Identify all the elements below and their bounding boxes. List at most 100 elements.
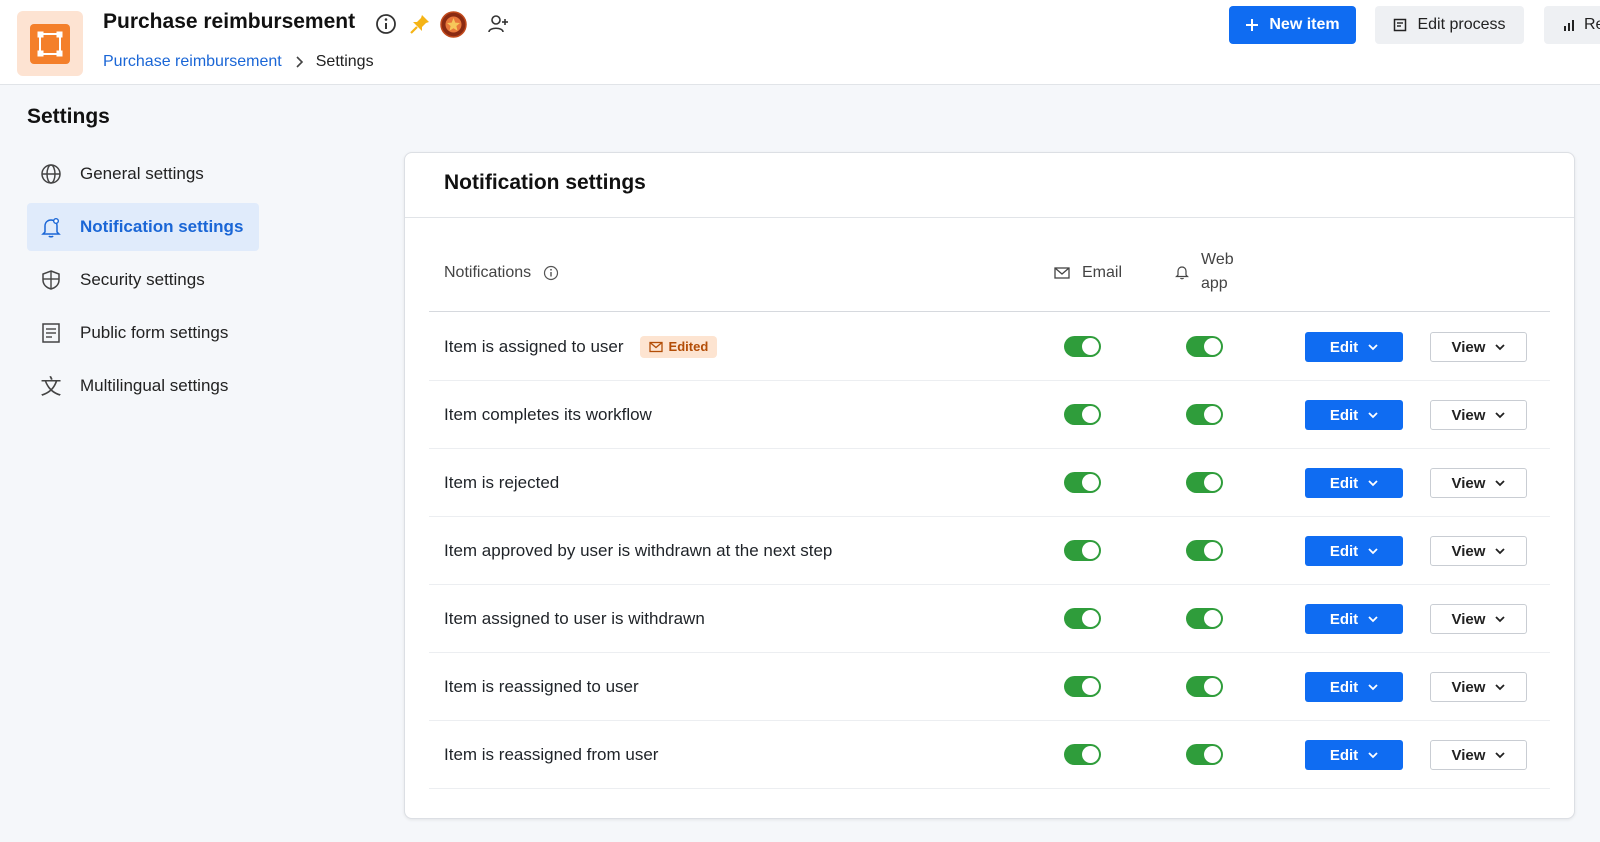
email-toggle[interactable]	[1064, 744, 1101, 765]
column-header-notifications: Notifications	[444, 261, 559, 285]
edit-dropdown-button[interactable]: Edit	[1305, 672, 1403, 702]
view-label: View	[1451, 678, 1486, 696]
sidebar-item-label: Public form settings	[80, 323, 229, 342]
page-title: Purchase reimbursement	[103, 10, 356, 33]
mail-icon	[1054, 266, 1070, 280]
chevron-down-icon	[1368, 683, 1378, 690]
sidebar-item-label: General settings	[80, 164, 204, 183]
notification-label: Item approved by user is withdrawn at th…	[444, 516, 832, 585]
edit-dropdown-button[interactable]: Edit	[1305, 536, 1403, 566]
view-label: View	[1451, 542, 1486, 560]
table-row: Item is assigned to user Edited Edit View	[429, 312, 1550, 381]
web-app-toggle[interactable]	[1186, 336, 1223, 357]
chevron-down-icon	[1368, 343, 1378, 350]
view-dropdown-button[interactable]: View	[1430, 740, 1527, 770]
view-dropdown-button[interactable]: View	[1430, 332, 1527, 362]
web-app-toggle[interactable]	[1186, 676, 1223, 697]
view-dropdown-button[interactable]: View	[1430, 536, 1527, 566]
notification-name: Item is assigned to user	[444, 336, 624, 356]
chevron-down-icon	[1495, 411, 1506, 418]
edit-process-icon	[1394, 18, 1407, 32]
chevron-down-icon	[1368, 615, 1378, 622]
notification-label: Item completes its workflow	[444, 380, 652, 449]
chevron-right-icon	[294, 56, 304, 68]
sidebar-item-general-settings[interactable]: General settings	[27, 150, 259, 198]
email-toggle[interactable]	[1064, 608, 1101, 629]
pin-icon[interactable]	[408, 12, 432, 36]
edit-dropdown-button[interactable]: Edit	[1305, 740, 1403, 770]
sidebar-item-label: Multilingual settings	[80, 376, 229, 395]
notification-settings-card: Notification settings Notifications Emai…	[404, 152, 1575, 819]
app-logo	[17, 11, 83, 76]
view-dropdown-button[interactable]: View	[1430, 672, 1527, 702]
bar-chart-icon	[1564, 20, 1574, 31]
edit-dropdown-button[interactable]: Edit	[1305, 332, 1403, 362]
email-toggle[interactable]	[1064, 472, 1101, 493]
form-icon	[39, 321, 63, 345]
notification-label: Item is reassigned from user	[444, 720, 658, 789]
notification-name: Item completes its workflow	[444, 404, 652, 424]
breadcrumb-parent-link[interactable]: Purchase reimbursement	[103, 53, 282, 71]
chevron-down-icon	[1368, 547, 1378, 554]
email-toggle[interactable]	[1064, 404, 1101, 425]
card-title: Notification settings	[444, 171, 646, 194]
column-notifications-label: Notifications	[444, 264, 532, 281]
edit-process-label: Edit process	[1417, 16, 1506, 33]
reports-button[interactable]: Re	[1544, 6, 1600, 44]
translate-icon: 文	[40, 375, 62, 399]
edit-dropdown-button[interactable]: Edit	[1305, 604, 1403, 634]
shield-icon	[39, 268, 63, 292]
avatar[interactable]	[440, 11, 467, 38]
globe-icon	[39, 162, 63, 186]
email-toggle[interactable]	[1064, 676, 1101, 697]
chevron-down-icon	[1495, 343, 1506, 350]
process-icon	[30, 23, 70, 64]
notification-label: Item is reassigned to user	[444, 652, 639, 721]
sidebar-item-notification-settings[interactable]: Notification settings	[27, 203, 259, 251]
web-app-toggle[interactable]	[1186, 472, 1223, 493]
chevron-down-icon	[1495, 479, 1506, 486]
bell-icon	[1175, 264, 1189, 280]
info-icon[interactable]	[543, 265, 559, 281]
edit-label: Edit	[1329, 338, 1359, 356]
table-row: Item assigned to user is withdrawn Edit Vi…	[429, 584, 1550, 653]
edit-label: Edit	[1329, 610, 1359, 628]
email-toggle[interactable]	[1064, 540, 1101, 561]
reports-label: Re	[1584, 16, 1600, 33]
web-app-toggle[interactable]	[1186, 608, 1223, 629]
table-row: Item is reassigned to user Edit View	[429, 652, 1550, 721]
edit-process-button[interactable]: Edit process	[1375, 6, 1524, 44]
column-header-web-app: Web app	[1175, 247, 1234, 297]
notification-name: Item assigned to user is withdrawn	[444, 608, 705, 628]
view-dropdown-button[interactable]: View	[1430, 400, 1527, 430]
notification-name: Item is reassigned to user	[444, 676, 639, 696]
new-item-button[interactable]: New item	[1229, 6, 1356, 44]
sidebar-item-security-settings[interactable]: Security settings	[27, 256, 259, 304]
edit-dropdown-button[interactable]: Edit	[1305, 400, 1403, 430]
notification-name: Item is reassigned from user	[444, 744, 659, 764]
view-dropdown-button[interactable]: View	[1430, 604, 1527, 634]
view-label: View	[1451, 406, 1486, 424]
email-toggle[interactable]	[1064, 336, 1101, 357]
web-app-toggle[interactable]	[1186, 404, 1223, 425]
info-icon[interactable]	[374, 12, 398, 36]
bell-icon	[39, 215, 63, 239]
add-user-icon[interactable]	[486, 12, 510, 36]
breadcrumb: Purchase reimbursement Settings	[103, 53, 374, 71]
chevron-down-icon	[1495, 683, 1506, 690]
plus-icon	[1246, 19, 1259, 31]
notification-label: Item is assigned to user Edited	[444, 312, 718, 381]
sidebar-item-multilingual-settings[interactable]: 文 Multilingual settings	[27, 362, 259, 410]
chevron-down-icon	[1368, 479, 1378, 486]
chevron-down-icon	[1368, 411, 1378, 418]
edit-dropdown-button[interactable]: Edit	[1305, 468, 1403, 498]
web-app-toggle[interactable]	[1186, 540, 1223, 561]
edit-label: Edit	[1329, 406, 1359, 424]
web-app-toggle[interactable]	[1186, 744, 1223, 765]
column-web-label-line2: app	[1201, 275, 1228, 292]
chevron-down-icon	[1495, 615, 1506, 622]
sidebar-item-public-form-settings[interactable]: Public form settings	[27, 309, 259, 357]
view-dropdown-button[interactable]: View	[1430, 468, 1527, 498]
edit-label: Edit	[1329, 678, 1359, 696]
new-item-label: New item	[1269, 16, 1340, 33]
